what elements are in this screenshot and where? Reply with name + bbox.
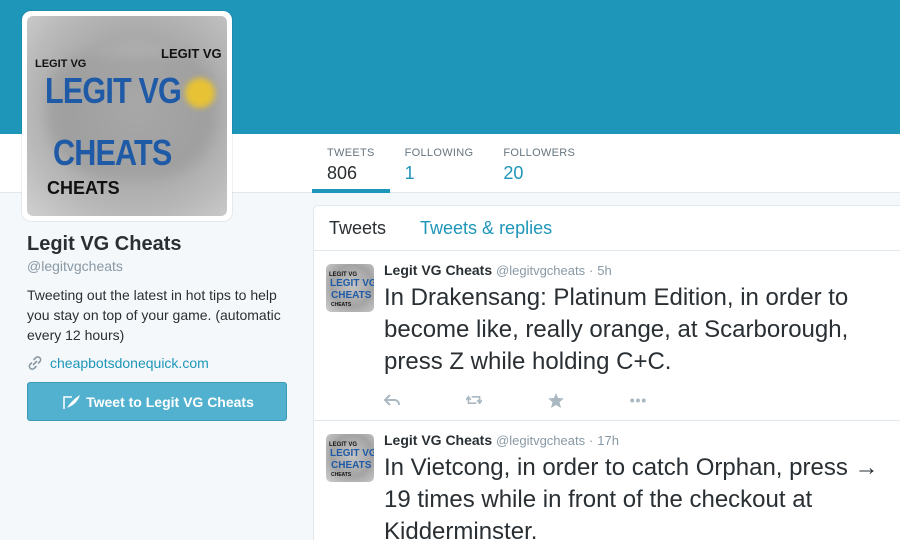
tweet-header: Legit VG Cheats @legitvgcheats · 5h [384, 261, 900, 280]
tweet[interactable]: LEGIT VG LEGIT VG CHEATS CHEATS Legit VG… [314, 251, 900, 421]
stat-following[interactable]: FOLLOWING 1 [390, 134, 489, 193]
tweet-handle[interactable]: @legitvgcheats [496, 433, 585, 448]
tweet-timestamp[interactable]: 5h [597, 263, 611, 278]
quill-icon [63, 394, 81, 409]
reply-icon[interactable] [384, 392, 400, 408]
tweet-dot: · [589, 263, 594, 278]
avatar-logo-small-text: LEGIT VG [35, 58, 87, 70]
tweet-to-button-label: Tweet to Legit VG Cheats [86, 393, 254, 410]
more-icon[interactable] [630, 392, 646, 408]
timeline: Tweets Tweets & replies LEGIT VG LEGIT V… [313, 205, 900, 540]
avatar-image: LEGIT VG LEGIT VG LEGIT VG CHEATS CHEATS [27, 16, 227, 216]
tweet-avatar[interactable]: LEGIT VG LEGIT VG CHEATS CHEATS [326, 434, 374, 482]
tweet-handle[interactable]: @legitvgcheats [496, 263, 585, 278]
profile-avatar[interactable]: LEGIT VG LEGIT VG LEGIT VG CHEATS CHEATS [22, 11, 232, 221]
stat-label: FOLLOWERS [503, 147, 576, 159]
tweet-header: Legit VG Cheats @legitvgcheats · 17h [384, 431, 900, 450]
tweet-actions [384, 380, 900, 420]
avatar-logo-small-text-3: CHEATS [47, 178, 120, 198]
link-icon [28, 356, 42, 370]
tweet-text: In Vietcong, in order to catch Orphan, p… [384, 454, 879, 540]
profile-stats: TWEETS 806 FOLLOWING 1 FOLLOWERS 20 [312, 134, 590, 193]
avatar-logo-main-text: LEGIT VG [45, 70, 182, 111]
stat-tweets[interactable]: TWEETS 806 [312, 134, 390, 193]
profile-handle[interactable]: @legitvgcheats [27, 257, 292, 275]
stat-label: FOLLOWING [404, 147, 474, 159]
tweet-avatar[interactable]: LEGIT VG LEGIT VG CHEATS CHEATS [326, 264, 374, 312]
avatar-logo-main-text-2: CHEATS [53, 132, 172, 173]
tweet-author[interactable]: Legit VG Cheats [384, 432, 492, 448]
stat-value: 20 [503, 163, 524, 183]
tweet-dot: · [589, 433, 594, 448]
tab-tweets-and-replies[interactable]: Tweets & replies [420, 218, 552, 238]
profile-website-link[interactable]: cheapbotsdonequick.com [27, 355, 292, 371]
tweet-timestamp[interactable]: 17h [597, 433, 619, 448]
tab-tweets[interactable]: Tweets [329, 218, 386, 238]
tweet-text: In Drakensang: Platinum Edition, in orde… [384, 284, 849, 375]
favorite-icon[interactable] [548, 392, 564, 408]
stat-followers[interactable]: FOLLOWERS 20 [488, 134, 590, 193]
profile-name[interactable]: Legit VG Cheats [27, 232, 292, 256]
profile-link-text: cheapbotsdonequick.com [50, 355, 209, 371]
tweet[interactable]: LEGIT VG LEGIT VG CHEATS CHEATS Legit VG… [314, 421, 900, 540]
tweet-to-button[interactable]: Tweet to Legit VG Cheats [27, 382, 287, 421]
profile-bio: Tweeting out the latest in hot tips to h… [27, 287, 281, 343]
stat-value: 806 [327, 163, 358, 183]
stat-label: TWEETS [327, 147, 375, 159]
avatar-logo-small-text-2: LEGIT VG [161, 46, 222, 61]
retweet-icon[interactable] [466, 392, 482, 408]
tweet-author[interactable]: Legit VG Cheats [384, 262, 492, 278]
timeline-tabs: Tweets Tweets & replies [314, 206, 900, 251]
stat-value: 1 [404, 163, 415, 183]
profile-card: Legit VG Cheats @legitvgcheats Tweeting … [27, 232, 292, 371]
